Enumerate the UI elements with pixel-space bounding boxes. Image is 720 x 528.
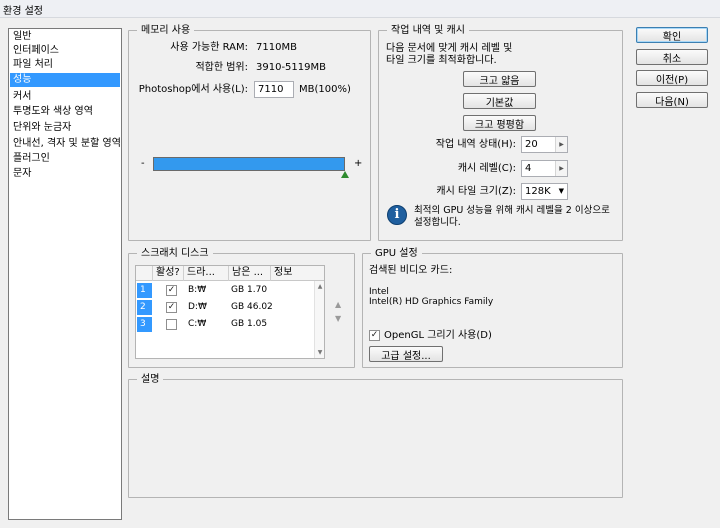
cancel-button[interactable]: 취소 [636, 49, 708, 65]
cache-levels-input[interactable]: 4 ▶ [521, 160, 568, 177]
gpu-model: Intel(R) HD Graphics Family [369, 297, 494, 307]
active-checkbox[interactable]: ✓ [166, 285, 177, 296]
column-header-info[interactable]: 정보 [271, 266, 316, 281]
cache-levels-spinner[interactable]: ▶ [555, 161, 567, 176]
info-icon: i [387, 205, 407, 225]
ideal-range-value: 3910-5119MB [256, 62, 326, 73]
row-number: 1 [137, 283, 152, 298]
move-down-icon[interactable]: ▼ [335, 314, 341, 323]
table-header: 활성? 드라... 남은 ... 정보 [136, 266, 324, 281]
memory-use-unit: MB(100%) [299, 84, 351, 95]
sidebar-item-cursors[interactable]: 커서 [10, 90, 120, 104]
free-space-cell: GB 1.05 [231, 319, 268, 329]
opengl-label[interactable]: OpenGL 그리기 사용(D) [384, 330, 492, 342]
cache-desc-line2: 타일 크기를 최적화합니다. [386, 55, 497, 66]
chevron-down-icon: ▼ [558, 187, 564, 195]
slider-minus-label: - [141, 158, 145, 169]
slider-plus-label: + [354, 158, 363, 169]
column-header-active[interactable]: 활성? [153, 266, 184, 281]
description-group: 설명 [128, 374, 623, 498]
cache-desc-line1: 다음 문서에 맞게 캐시 레벨 및 [386, 43, 513, 54]
sidebar-item-guides-grid[interactable]: 안내선, 격자 및 분할 영역 [10, 137, 121, 151]
history-states-spinner[interactable]: ▶ [555, 137, 567, 152]
scroll-up-icon[interactable]: ▲ [315, 283, 324, 290]
sidebar-item-file-handling[interactable]: 파일 처리 [10, 58, 120, 72]
scratch-disk-table: 활성? 드라... 남은 ... 정보 1 ✓ B:₩ GB 1.70 2 ✓ … [135, 265, 325, 359]
column-header-free[interactable]: 남은 ... [229, 266, 271, 281]
advanced-settings-button[interactable]: 고급 설정... [369, 346, 443, 362]
memory-slider-fill [154, 158, 344, 170]
free-space-cell: GB 1.70 [231, 285, 268, 295]
big-thin-button[interactable]: 크고 얇음 [463, 71, 536, 87]
active-checkbox[interactable]: ✓ [166, 302, 177, 313]
memory-slider-track[interactable] [153, 157, 345, 171]
available-ram-value: 7110MB [256, 42, 297, 53]
move-up-icon[interactable]: ▲ [335, 300, 341, 309]
cache-tile-size-value: 128K [525, 186, 551, 197]
table-row[interactable]: 3 C:₩ GB 1.05 [136, 316, 324, 333]
drive-cell: D:₩ [188, 302, 207, 312]
history-states-value: 20 [525, 139, 538, 150]
drive-cell: C:₩ [188, 319, 207, 329]
cache-levels-label: 캐시 레벨(C): [457, 163, 516, 174]
row-number-header [136, 266, 153, 281]
gpu-info-line2: 설정합니다. [414, 217, 461, 228]
drive-cell: B:₩ [188, 285, 207, 295]
sidebar-item-type[interactable]: 문자 [10, 167, 120, 181]
photoshop-use-label: Photoshop에서 사용(L): [138, 84, 248, 95]
sidebar-item-performance[interactable]: 성능 [10, 73, 120, 87]
sidebar-item-units-rulers[interactable]: 단위와 눈금자 [10, 121, 120, 135]
history-cache-legend: 작업 내역 및 캐시 [391, 25, 465, 36]
opengl-checkbox[interactable]: ✓ [369, 330, 380, 341]
sidebar-item-interface[interactable]: 인터페이스 [10, 44, 120, 58]
history-states-input[interactable]: 20 ▶ [521, 136, 568, 153]
sidebar-item-general[interactable]: 일반 [10, 30, 120, 44]
column-header-drive[interactable]: 드라... [184, 266, 229, 281]
active-checkbox[interactable] [166, 319, 177, 330]
ideal-range-label: 적합한 범위: [195, 62, 248, 73]
previous-button[interactable]: 이전(P) [636, 70, 708, 86]
row-number: 2 [137, 300, 152, 315]
table-scrollbar[interactable]: ▲ ▼ [314, 281, 324, 358]
memory-use-input[interactable]: 7110 [254, 81, 294, 98]
sidebar-item-transparency[interactable]: 투명도와 색상 영역 [10, 105, 120, 119]
description-legend: 설명 [141, 374, 160, 385]
row-number: 3 [137, 317, 152, 332]
cache-tile-size-select[interactable]: 128K ▼ [521, 183, 568, 200]
free-space-cell: GB 46.02 [231, 302, 273, 312]
memory-usage-legend: 메모리 사용 [141, 25, 191, 36]
memory-slider-thumb[interactable] [341, 171, 349, 178]
default-button[interactable]: 기본값 [463, 93, 536, 109]
gpu-settings-legend: GPU 설정 [375, 248, 418, 259]
detected-card-label: 검색된 비디오 카드: [369, 265, 453, 276]
next-button[interactable]: 다음(N) [636, 92, 708, 108]
history-states-label: 작업 내역 상태(H): [435, 139, 516, 150]
gpu-info-line1: 최적의 GPU 성능을 위해 캐시 레벨을 2 이상으로 [414, 205, 610, 216]
cache-levels-value: 4 [525, 163, 532, 174]
scratch-disks-legend: 스크래치 디스크 [141, 248, 209, 259]
available-ram-label: 사용 가능한 RAM: [170, 42, 248, 53]
memory-usage-group: 메모리 사용 [128, 25, 371, 241]
sidebar-item-plugins[interactable]: 플러그인 [10, 152, 120, 166]
cache-tile-size-label: 캐시 타일 크기(Z): [436, 186, 516, 197]
window-title: 환경 설정 [3, 6, 43, 17]
title-bar: 환경 설정 [0, 0, 720, 18]
category-list: 일반 인터페이스 파일 처리 성능 커서 투명도와 색상 영역 단위와 눈금자 … [8, 28, 122, 520]
table-row[interactable]: 1 ✓ B:₩ GB 1.70 [136, 282, 324, 299]
ok-button[interactable]: 확인 [636, 27, 708, 43]
big-flat-button[interactable]: 크고 평평함 [463, 115, 536, 131]
scroll-down-icon[interactable]: ▼ [315, 349, 324, 356]
table-row[interactable]: 2 ✓ D:₩ GB 46.02 [136, 299, 324, 316]
